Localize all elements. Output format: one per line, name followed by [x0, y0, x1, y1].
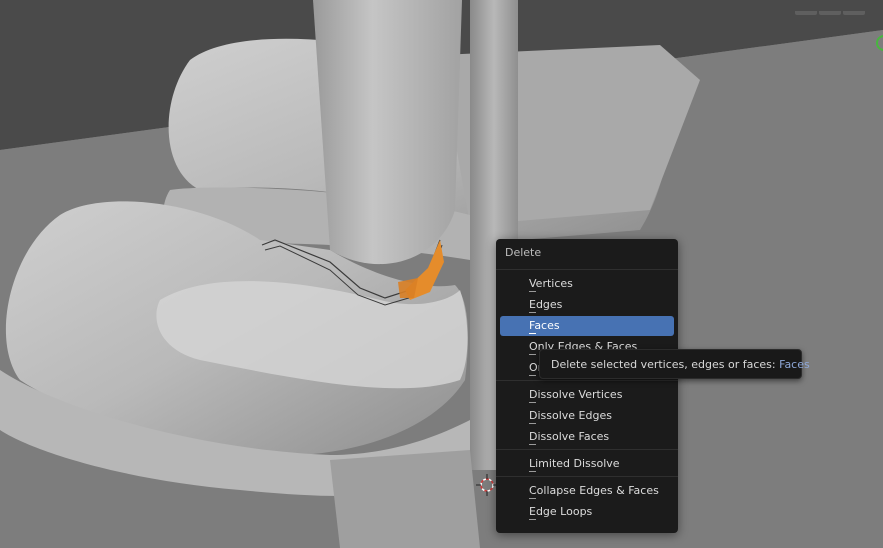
menu-title: Delete: [505, 246, 542, 259]
tooltip-text: Delete selected vertices, edges or faces…: [551, 358, 776, 371]
menu-item-label: Dissolve Edges: [529, 409, 612, 422]
menu-separator: [496, 449, 678, 450]
menu-item-dissolve-vertices[interactable]: Dissolve Vertices: [500, 385, 674, 405]
menu-item-label: Dissolve Faces: [529, 430, 610, 443]
menu-item-label: Limited Dissolve: [529, 457, 620, 470]
menu-item-label: Vertices: [529, 277, 573, 290]
menu-item-limited-dissolve[interactable]: Limited Dissolve: [500, 454, 674, 474]
menu-item-edge-loops[interactable]: Edge Loops: [500, 502, 674, 522]
menu-item-faces[interactable]: Faces: [500, 316, 674, 336]
menu-item-label: Faces: [529, 319, 560, 332]
menu-item-label: Collapse Edges & Faces: [529, 484, 659, 497]
menu-item-edges[interactable]: Edges: [500, 295, 674, 315]
3d-viewport[interactable]: [0, 0, 883, 548]
tooltip: Delete selected vertices, edges or faces…: [539, 349, 810, 379]
tooltip-value: Faces: [779, 358, 810, 371]
delete-menu: Delete Vertices Edges Faces Only Edges &…: [496, 239, 678, 533]
menu-item-dissolve-faces[interactable]: Dissolve Faces: [500, 427, 674, 447]
menu-item-collapse-edges-faces[interactable]: Collapse Edges & Faces: [500, 481, 674, 501]
menu-separator: [496, 380, 678, 381]
menu-item-dissolve-edges[interactable]: Dissolve Edges: [500, 406, 674, 426]
3d-cursor-icon: [476, 474, 498, 496]
menu-item-label: Dissolve Vertices: [529, 388, 623, 401]
menu-item-label: Edges: [529, 298, 563, 311]
menu-item-vertices[interactable]: Vertices: [500, 274, 674, 294]
menu-separator: [496, 269, 678, 270]
menu-item-label: Edge Loops: [529, 505, 593, 518]
menu-separator: [496, 476, 678, 477]
viewport-header-buttons[interactable]: [793, 0, 865, 19]
